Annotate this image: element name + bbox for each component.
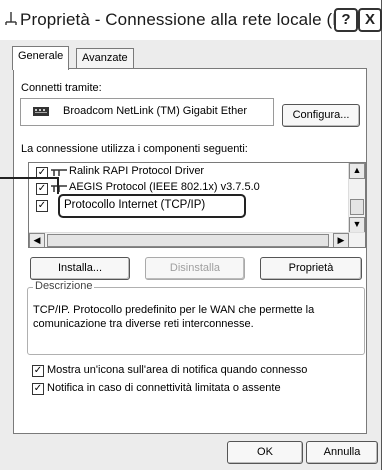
notify-limited-checkbox[interactable]: ✓ bbox=[32, 383, 44, 395]
properties-dialog: Proprietà - Connessione alla rete locale… bbox=[0, 0, 382, 470]
scroll-down-button[interactable]: ▼ bbox=[349, 217, 365, 233]
title-bar[interactable]: Proprietà - Connessione alla rete locale… bbox=[0, 0, 382, 40]
network-connection-icon bbox=[5, 12, 17, 25]
components-label: La connessione utilizza i componenti seg… bbox=[21, 143, 248, 155]
horizontal-scrollbar[interactable]: ◀ ▶ bbox=[29, 232, 365, 247]
tab-generale[interactable]: Generale bbox=[12, 46, 70, 70]
selected-component-highlight[interactable]: Protocollo Internet (TCP/IP) bbox=[58, 194, 246, 218]
window-title: Proprietà - Connessione alla rete locale… bbox=[20, 10, 372, 29]
uninstall-button[interactable]: Disinstalla bbox=[145, 257, 245, 280]
notify-icon-checkbox[interactable]: ✓ bbox=[32, 365, 44, 377]
component-label: Ralink RAPI Protocol Driver bbox=[69, 165, 205, 177]
description-text: TCP/IP. Protocollo predefinito per le WA… bbox=[33, 304, 315, 330]
callout-pointer-connector bbox=[57, 177, 59, 194]
scroll-left-button[interactable]: ◀ bbox=[29, 233, 45, 247]
install-button[interactable]: Installa... bbox=[30, 257, 130, 280]
adapter-field: Broadcom NetLink (TM) Gigabit Ether bbox=[20, 98, 274, 126]
component-checkbox[interactable]: ✓ bbox=[36, 200, 48, 212]
close-button[interactable]: X bbox=[358, 8, 382, 32]
cancel-button[interactable]: Annulla bbox=[306, 441, 378, 464]
scroll-right-button[interactable]: ▶ bbox=[333, 233, 349, 247]
horizontal-scroll-thumb[interactable] bbox=[47, 234, 329, 247]
vertical-scrollbar[interactable]: ▲ ▼ bbox=[348, 163, 365, 233]
callout-pointer-line bbox=[0, 177, 58, 179]
component-label: AEGIS Protocol (IEEE 802.1x) v3.7.5.0 bbox=[69, 181, 260, 193]
component-checkbox[interactable]: ✓ bbox=[36, 183, 48, 195]
scroll-up-button[interactable]: ▲ bbox=[349, 163, 365, 179]
notify-limited-label: Notifica in caso di connettività limitat… bbox=[47, 382, 281, 394]
description-title: Descrizione bbox=[33, 280, 95, 292]
connect-using-label: Connetti tramite: bbox=[21, 82, 102, 94]
vertical-scroll-thumb[interactable] bbox=[350, 199, 364, 215]
tab-avanzate[interactable]: Avanzate bbox=[76, 48, 134, 69]
protocol-icon bbox=[51, 169, 67, 176]
properties-button[interactable]: Proprietà bbox=[260, 257, 362, 280]
help-button[interactable]: ? bbox=[334, 8, 358, 32]
ok-button[interactable]: OK bbox=[227, 441, 303, 464]
notify-icon-label: Mostra un'icona sull'area di notifica qu… bbox=[47, 364, 308, 376]
adapter-name: Broadcom NetLink (TM) Gigabit Ether bbox=[63, 105, 248, 117]
protocol-icon bbox=[51, 185, 67, 192]
configure-button[interactable]: Configura... bbox=[282, 104, 360, 127]
selected-component-label: Protocollo Internet (TCP/IP) bbox=[64, 199, 206, 211]
list-item[interactable]: ✓ Ralink RAPI Protocol Driver bbox=[29, 164, 339, 180]
network-adapter-icon bbox=[33, 107, 49, 116]
